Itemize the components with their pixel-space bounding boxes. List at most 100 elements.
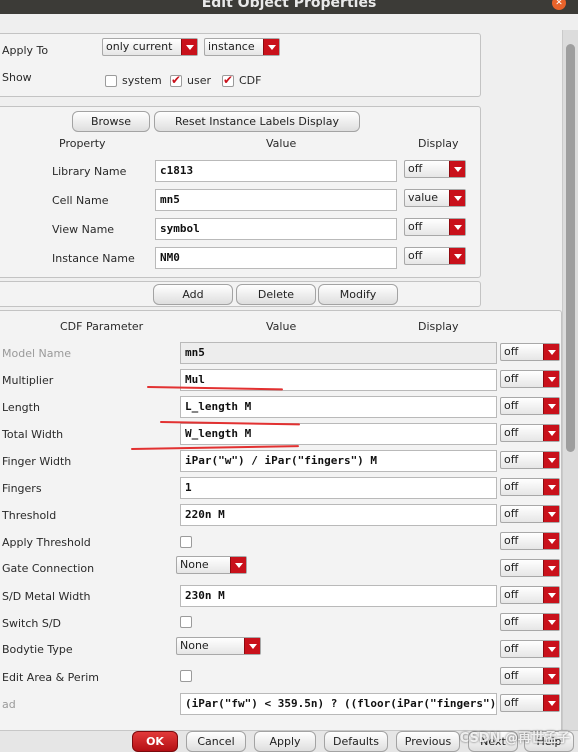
display-value: off	[408, 249, 423, 262]
cell-name-display-select[interactable]: value	[404, 189, 466, 207]
chevron-down-icon	[543, 452, 559, 468]
add-button[interactable]: Add	[153, 284, 233, 305]
display-value: off	[504, 534, 519, 547]
model-name-field: mn5	[180, 342, 497, 364]
col-property-header: Property	[59, 137, 106, 150]
cdf-display-select[interactable]: off	[500, 613, 560, 631]
user-checkbox[interactable]	[170, 73, 182, 87]
cdf-row-label: Bodytie Type	[2, 643, 73, 656]
system-checkbox[interactable]	[105, 75, 117, 87]
cdf-row-label: Length	[2, 401, 40, 414]
col-display-header: Display	[418, 137, 459, 150]
apply-threshold-checkbox[interactable]	[180, 536, 192, 548]
chevron-down-icon	[543, 587, 559, 603]
apply-to-label: Apply To	[2, 44, 49, 57]
chevron-down-icon	[543, 560, 559, 576]
ok-button[interactable]: OK	[132, 731, 178, 752]
chevron-down-icon	[543, 695, 559, 711]
display-value: off	[408, 220, 423, 233]
chevron-down-icon	[543, 641, 559, 657]
gate-connection-select[interactable]: None	[176, 556, 247, 574]
scrollbar-thumb[interactable]	[566, 44, 575, 452]
user-label: user	[187, 74, 211, 87]
cdf-row-label: Total Width	[2, 428, 64, 441]
instance-row-label: View Name	[52, 223, 115, 236]
display-value: off	[504, 507, 519, 520]
vertical-scrollbar[interactable]	[562, 30, 578, 730]
view-name-display-select[interactable]: off	[404, 218, 466, 236]
cdf-display-select[interactable]: off	[500, 343, 560, 361]
cdf-display-select[interactable]: off	[500, 397, 560, 415]
cdf-display-select[interactable]: off	[500, 505, 560, 523]
cdf-display-select[interactable]: off	[500, 478, 560, 496]
cell-name-field[interactable]: mn5	[155, 189, 397, 211]
cdf-display-select[interactable]: off	[500, 532, 560, 550]
cdf-display-select[interactable]: off	[500, 667, 560, 685]
display-value: off	[408, 162, 423, 175]
display-value: off	[504, 588, 519, 601]
cdf-display-select[interactable]: off	[500, 586, 560, 604]
apply-scope-value: instance	[208, 40, 255, 53]
threshold-field[interactable]: 220n M	[180, 504, 497, 526]
display-value: off	[504, 399, 519, 412]
cdf-display-select[interactable]: off	[500, 694, 560, 712]
browse-button[interactable]: Browse	[72, 111, 150, 132]
chevron-down-icon	[543, 479, 559, 495]
cancel-button[interactable]: Cancel	[186, 731, 246, 752]
chevron-down-icon	[263, 39, 279, 55]
cdf-row-label: Model Name	[2, 347, 71, 360]
bodytie-type-select[interactable]: None	[176, 637, 261, 655]
window-title: Edit Object Properties	[201, 0, 377, 11]
cdf-checkbox[interactable]	[222, 73, 234, 87]
ad-field[interactable]: (iPar("fw") < 359.5n) ? ((floor(iPar("fi…	[180, 693, 497, 715]
cdf-row-label: Multiplier	[2, 374, 54, 387]
total-width-field[interactable]: W_length M	[180, 423, 497, 445]
apply-to-value: only current	[106, 40, 173, 53]
cdf-param-header: CDF Parameter	[60, 320, 144, 333]
cdf-display-select[interactable]: off	[500, 559, 560, 577]
sd-metal-width-field[interactable]: 230n M	[180, 585, 497, 607]
delete-button[interactable]: Delete	[236, 284, 316, 305]
defaults-button[interactable]: Defaults	[324, 731, 388, 752]
show-label: Show	[2, 71, 32, 84]
chevron-down-icon	[449, 161, 465, 177]
instance-name-display-select[interactable]: off	[404, 247, 466, 265]
finger-width-field[interactable]: iPar("w") / iPar("fingers") M	[180, 450, 497, 472]
chevron-down-icon	[543, 506, 559, 522]
cdf-display-select[interactable]: off	[500, 370, 560, 388]
library-name-field[interactable]: c1813	[155, 160, 397, 182]
reset-labels-button[interactable]: Reset Instance Labels Display	[154, 111, 360, 132]
instance-name-field[interactable]: NM0	[155, 247, 397, 269]
length-field[interactable]: L_length M	[180, 396, 497, 418]
chevron-down-icon	[543, 614, 559, 630]
cdf-display-select[interactable]: off	[500, 424, 560, 442]
instance-row-label: Cell Name	[52, 194, 109, 207]
display-value: off	[504, 345, 519, 358]
display-value: value	[408, 191, 439, 204]
apply-to-select[interactable]: only current	[102, 38, 198, 56]
apply-scope-select[interactable]: instance	[204, 38, 280, 56]
switch-sd-checkbox[interactable]	[180, 616, 192, 628]
display-value: off	[504, 561, 519, 574]
fingers-field[interactable]: 1	[180, 477, 497, 499]
display-value: off	[504, 696, 519, 709]
library-name-display-select[interactable]: off	[404, 160, 466, 178]
cdf-row-label: Switch S/D	[2, 617, 62, 630]
apply-button[interactable]: Apply	[254, 731, 316, 752]
edit-area-perim-checkbox[interactable]	[180, 670, 192, 682]
cdf-display-select[interactable]: off	[500, 451, 560, 469]
cdf-display-select[interactable]: off	[500, 640, 560, 658]
cdf-row-label: Gate Connection	[2, 562, 95, 575]
col-value-header: Value	[266, 137, 297, 150]
view-name-field[interactable]: symbol	[155, 218, 397, 240]
cdf-row-label: Finger Width	[2, 455, 72, 468]
select-value: None	[180, 639, 209, 652]
modify-button[interactable]: Modify	[318, 284, 398, 305]
chevron-down-icon	[449, 190, 465, 206]
chevron-down-icon	[543, 668, 559, 684]
chevron-down-icon	[543, 425, 559, 441]
display-value: off	[504, 426, 519, 439]
previous-button[interactable]: Previous	[396, 731, 460, 752]
instance-row-label: Instance Name	[52, 252, 135, 265]
chevron-down-icon	[543, 398, 559, 414]
